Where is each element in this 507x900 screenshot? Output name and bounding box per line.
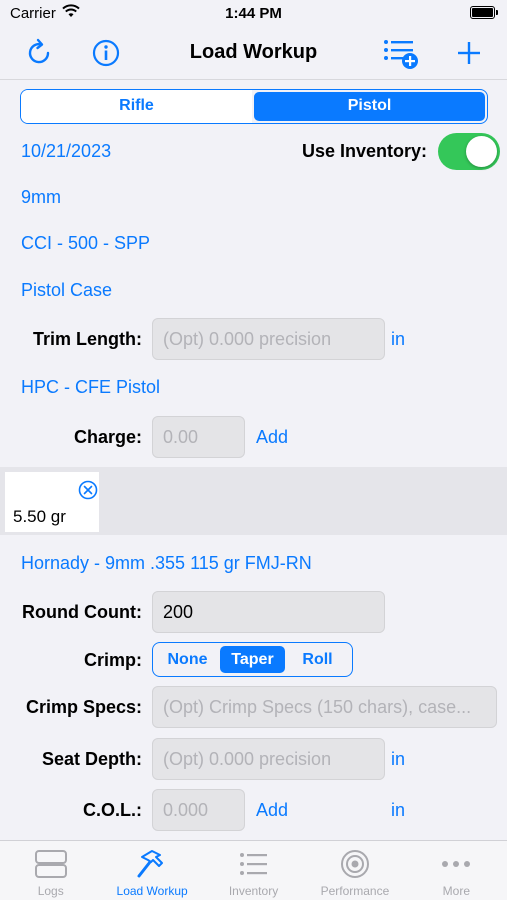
crimp-option-none[interactable]: None	[155, 646, 220, 673]
trim-length-label: Trim Length:	[33, 329, 142, 349]
round-count-label: Round Count:	[22, 602, 142, 622]
segment-pistol[interactable]: Pistol	[254, 92, 485, 121]
use-inventory-label: Use Inventory:	[301, 141, 427, 161]
date-link[interactable]: 10/21/2023	[21, 141, 111, 162]
trim-length-field[interactable]: (Opt) 0.000 precision	[152, 318, 385, 360]
charge-chip: 5.50 gr	[5, 472, 99, 532]
add-list-icon[interactable]	[382, 36, 422, 70]
trim-length-unit: in	[391, 329, 406, 349]
toggle-knob	[466, 136, 497, 167]
hammer-icon	[134, 849, 170, 879]
primer-link[interactable]: CCI - 500 - SPP	[21, 233, 150, 254]
close-icon[interactable]	[78, 480, 98, 505]
bullet-link[interactable]: Hornady - 9mm .355 115 gr FMJ-RN	[21, 553, 312, 574]
crimp-segmented-control: None Taper Roll	[152, 642, 353, 677]
crimp-option-taper[interactable]: Taper	[220, 646, 285, 673]
segment-rifle[interactable]: Rifle	[21, 90, 252, 123]
charge-field[interactable]: 0.00	[152, 416, 245, 458]
tab-inventory[interactable]: Inventory	[203, 841, 304, 900]
battery-icon	[470, 6, 498, 19]
charge-label: Charge:	[73, 427, 142, 447]
firearm-type-segmented-control: Rifle Pistol	[20, 89, 488, 124]
tab-performance[interactable]: Performance	[304, 841, 405, 900]
powder-link[interactable]: HPC - CFE Pistol	[21, 377, 160, 398]
crimp-specs-field[interactable]: (Opt) Crimp Specs (150 chars), case...	[152, 686, 497, 728]
round-count-field[interactable]: 200	[152, 591, 385, 633]
page-title: Load Workup	[189, 41, 318, 63]
tab-load-workup[interactable]: Load Workup	[101, 841, 202, 900]
tab-label: Logs	[37, 884, 64, 898]
list-icon	[236, 849, 272, 879]
logs-icon	[33, 849, 69, 879]
charge-chip-row: 5.50 gr	[0, 467, 507, 535]
charge-add-button[interactable]: Add	[256, 427, 288, 448]
target-icon	[337, 849, 373, 879]
tab-more[interactable]: More	[406, 841, 507, 900]
tab-label: Load Workup	[116, 884, 188, 898]
crimp-option-roll[interactable]: Roll	[285, 646, 350, 673]
col-label: C.O.L.:	[83, 800, 142, 820]
crimp-label: Crimp:	[84, 650, 142, 670]
tab-label: Inventory	[228, 884, 279, 898]
use-inventory-toggle[interactable]	[438, 133, 500, 170]
col-unit: in	[391, 800, 406, 820]
navigation-bar: Load Workup	[0, 28, 507, 80]
tab-bar: Logs Load Workup Inventory Performance M…	[0, 840, 507, 900]
tab-logs[interactable]: Logs	[0, 841, 101, 900]
seat-depth-label: Seat Depth:	[41, 749, 142, 769]
col-field[interactable]: 0.000	[152, 789, 245, 831]
case-link[interactable]: Pistol Case	[21, 280, 112, 301]
plus-icon[interactable]	[452, 36, 486, 70]
seat-depth-unit: in	[391, 749, 406, 769]
charge-chip-value: 5.50 gr	[13, 507, 66, 526]
seat-depth-field[interactable]: (Opt) 0.000 precision	[152, 738, 385, 780]
status-time: 1:44 PM	[225, 5, 282, 22]
col-add-button[interactable]: Add	[256, 800, 288, 821]
status-bar: Carrier 1:44 PM	[0, 0, 507, 28]
caliber-link[interactable]: 9mm	[21, 187, 61, 208]
tab-label: More	[442, 884, 470, 898]
tab-label: Performance	[320, 884, 390, 898]
more-icon	[438, 849, 474, 879]
crimp-specs-label: Crimp Specs:	[25, 697, 142, 717]
